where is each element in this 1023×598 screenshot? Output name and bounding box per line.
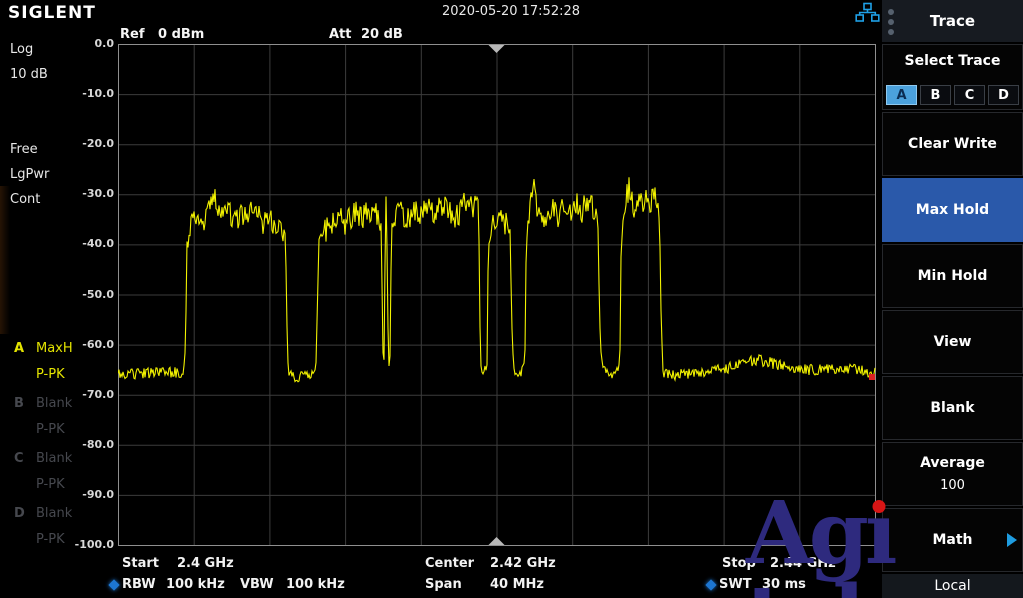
min-hold-button[interactable]: Min Hold xyxy=(882,244,1023,308)
select-trace-D-button[interactable]: D xyxy=(988,85,1019,105)
lan-network-icon[interactable] xyxy=(855,2,880,23)
grid-lines xyxy=(119,45,875,545)
rbw-label: RBW xyxy=(122,577,156,592)
y-axis-tick-label: -50.0 xyxy=(64,288,114,301)
trace-legend-C: C Blank P-PK xyxy=(14,451,24,466)
y-axis-tick-label: -80.0 xyxy=(64,438,114,451)
trace-legend-D: D Blank P-PK xyxy=(14,506,25,521)
span-label: Span xyxy=(425,577,462,592)
submenu-arrow-icon xyxy=(1007,533,1017,547)
start-freq-label: Start xyxy=(122,556,159,571)
power-mode: LgPwr xyxy=(10,167,49,182)
y-axis-tick-label: -10.0 xyxy=(64,87,114,100)
y-axis-tick-label: -60.0 xyxy=(64,338,114,351)
y-axis-tick-label: -30.0 xyxy=(64,187,114,200)
center-freq-marker-top xyxy=(489,45,505,53)
view-button[interactable]: View xyxy=(882,310,1023,374)
blank-button[interactable]: Blank xyxy=(882,376,1023,440)
y-axis-tick-label: -70.0 xyxy=(64,388,114,401)
max-hold-button[interactable]: Max Hold xyxy=(882,178,1023,242)
y-axis-tick-label: 0.0 xyxy=(64,37,114,50)
sweep-mode: Cont xyxy=(10,192,40,207)
select-trace-B-button[interactable]: B xyxy=(920,85,951,105)
attenuation-label: Att xyxy=(329,27,352,42)
menu-header: Trace xyxy=(882,0,1023,42)
trace-select-row: A B C D xyxy=(885,85,1020,105)
vbw-label: VBW xyxy=(240,577,274,592)
brand-logo: SIGLENT xyxy=(8,3,96,23)
y-axis-tick-label: -90.0 xyxy=(64,488,114,501)
ref-level-label: Ref xyxy=(120,27,144,42)
select-trace-A-button[interactable]: A xyxy=(886,85,917,105)
select-trace-label: Select Trace xyxy=(885,53,1020,69)
y-axis-tick-label: -40.0 xyxy=(64,237,114,250)
datetime-display: 2020-05-20 17:52:28 xyxy=(380,4,642,19)
y-axis-tick-label: -100.0 xyxy=(64,538,114,551)
stop-freq-value: 2.44 GHz xyxy=(770,556,836,571)
center-freq-label: Center xyxy=(425,556,474,571)
average-button[interactable]: Average 100 xyxy=(882,442,1023,506)
trigger-mode: Free xyxy=(10,142,38,157)
center-freq-marker-bottom xyxy=(489,537,505,545)
graticule xyxy=(118,44,876,546)
clear-write-button[interactable]: Clear Write xyxy=(882,112,1023,176)
swt-coupled-diamond-icon xyxy=(705,579,716,590)
swt-value: 30 ms xyxy=(762,577,806,592)
start-freq-value: 2.4 GHz xyxy=(177,556,234,571)
trace-softkey-menu: Trace Select Trace A B C D Clear Write M… xyxy=(882,0,1023,598)
menu-title: Trace xyxy=(930,12,975,30)
select-trace-block: Select Trace A B C D xyxy=(882,44,1023,110)
swt-label: SWT xyxy=(719,577,752,592)
menu-drag-dots-icon xyxy=(888,9,894,35)
ref-level-value: 0 dBm xyxy=(158,27,204,42)
amplitude-scale-type: Log xyxy=(10,42,33,57)
average-count-value: 100 xyxy=(940,478,965,493)
trace-legend-A: A MaxH P-PK xyxy=(14,341,24,356)
stop-freq-label: Stop xyxy=(722,556,756,571)
attenuation-value: 20 dB xyxy=(361,27,403,42)
local-button[interactable]: Local xyxy=(882,574,1023,598)
rbw-value: 100 kHz xyxy=(166,577,225,592)
vbw-value: 100 kHz xyxy=(286,577,345,592)
rbw-coupled-diamond-icon xyxy=(108,579,119,590)
select-trace-C-button[interactable]: C xyxy=(954,85,985,105)
trace-end-marker xyxy=(869,374,875,380)
trace-legend-B: B Blank P-PK xyxy=(14,396,24,411)
span-value: 40 MHz xyxy=(490,577,544,592)
amplitude-scale-per-div: 10 dB xyxy=(10,67,48,82)
y-axis-tick-label: -20.0 xyxy=(64,137,114,150)
spectrum-analyzer-screen: SIGLENT 2020-05-20 17:52:28 Ref 0 dBm At… xyxy=(0,0,1023,598)
center-freq-value: 2.42 GHz xyxy=(490,556,556,571)
screen-artifact xyxy=(0,186,10,334)
math-button[interactable]: Math xyxy=(882,508,1023,572)
